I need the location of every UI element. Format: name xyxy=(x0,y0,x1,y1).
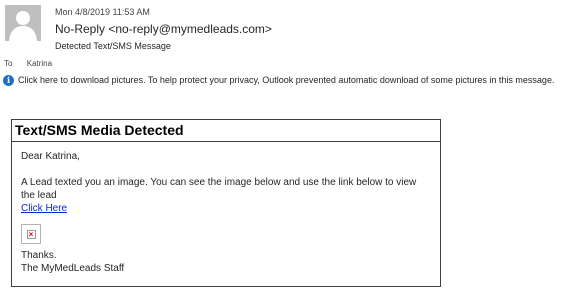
message-title: Text/SMS Media Detected xyxy=(12,120,440,142)
person-icon xyxy=(9,11,37,41)
infobar-text[interactable]: Click here to download pictures. To help… xyxy=(18,75,554,85)
message-date: Mon 4/8/2019 11:53 AM xyxy=(55,7,150,17)
signoff-staff: The MyMedLeads Staff xyxy=(21,263,125,274)
broken-image-icon[interactable]: × xyxy=(21,224,41,244)
body-text: A Lead texted you an image. You can see … xyxy=(21,177,417,201)
message-body: Dear Katrina, A Lead texted you an image… xyxy=(12,142,440,275)
sender-address[interactable]: No-Reply <no-reply@mymedleads.com> xyxy=(55,22,272,36)
signoff-thanks: Thanks. xyxy=(21,250,57,261)
click-here-link[interactable]: Click Here xyxy=(21,202,440,215)
recipient-name[interactable]: Katrina xyxy=(27,59,52,68)
sender-avatar xyxy=(5,5,41,41)
close-icon: × xyxy=(26,229,36,239)
greeting: Dear Katrina, xyxy=(21,151,80,162)
recipient-line: To Katrina xyxy=(4,59,52,68)
info-icon: i xyxy=(3,74,14,86)
message-card: Text/SMS Media Detected Dear Katrina, A … xyxy=(11,119,441,287)
download-pictures-infobar[interactable]: i Click here to download pictures. To he… xyxy=(3,73,562,87)
to-label: To xyxy=(4,59,13,68)
message-subject: Detected Text/SMS Message xyxy=(55,41,171,51)
